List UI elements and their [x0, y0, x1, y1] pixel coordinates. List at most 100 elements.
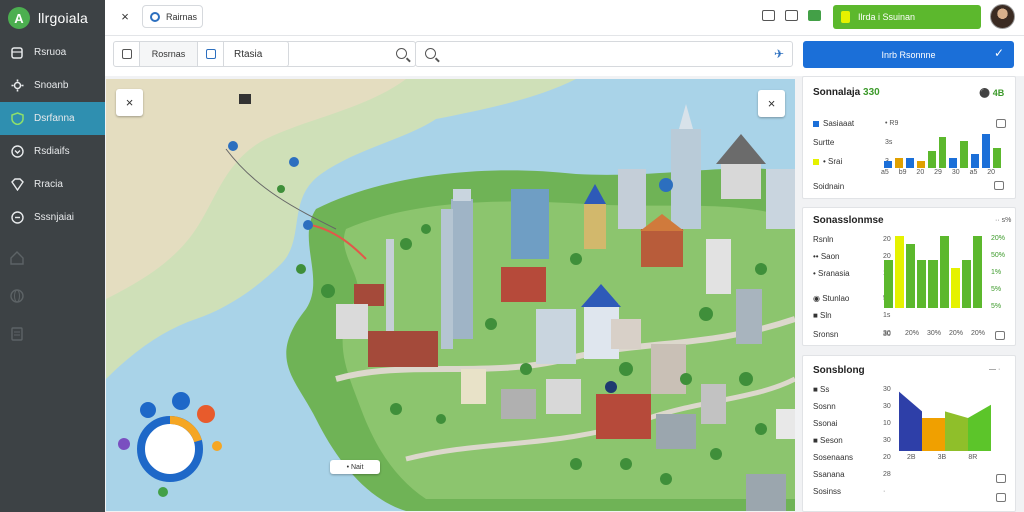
panel3-row-value: 20	[883, 454, 891, 461]
flag-icon	[841, 11, 850, 23]
chart-bar	[982, 134, 991, 168]
tick-label: 30	[951, 169, 960, 176]
brand[interactable]: A llrgoiala	[0, 0, 105, 36]
sidebar-item-label: Dsrfanna	[34, 113, 75, 124]
panel2-right-value: 20%	[991, 235, 1006, 242]
panel2-right-value: 5%	[991, 286, 1002, 293]
monitor-icon[interactable]	[762, 10, 775, 21]
tick-label: 20%	[949, 330, 964, 337]
sidebar-item-label: Rracia	[34, 179, 63, 190]
panel2-row-label: ◉ Stunlao	[813, 294, 850, 303]
legend-swatch	[813, 120, 819, 127]
top-chip-label: Rairnas	[166, 11, 198, 22]
panel3-right-label: — ·	[989, 366, 1001, 373]
tab-label-button[interactable]: Rosrnas	[140, 42, 198, 66]
panel2-row-label: •• Saon	[813, 252, 840, 261]
battery-icon[interactable]	[808, 10, 821, 21]
area-segment	[922, 418, 945, 451]
chart-bar	[927, 151, 936, 168]
panel1-title-num: 330	[863, 87, 880, 98]
panel3-row-value: ·	[883, 488, 886, 495]
cta-button[interactable]: Ilrda i Ssuinan	[833, 5, 981, 29]
check-icon: ✓	[993, 46, 1004, 60]
grid-icon	[10, 46, 24, 60]
panel2-right-label: ·· s%	[995, 217, 1012, 224]
search-row: Rosrnas Rtasia ✈ Inrb Rsonnne ✓	[105, 36, 1024, 76]
tick-label: 2B	[907, 454, 916, 461]
primary-action-label: Inrb Rsonnne	[881, 49, 936, 60]
primary-action-button[interactable]: Inrb Rsonnne ✓	[803, 41, 1014, 68]
panel1-row-1: Sasiaaat	[813, 119, 854, 128]
window-icon[interactable]	[785, 10, 798, 21]
panel1-row-2: Surtte	[813, 138, 834, 147]
location-field[interactable]	[206, 41, 416, 67]
sidebar-item-6[interactable]: Sssnjaiai	[0, 201, 105, 234]
panel3-row-label: Sosenaans	[813, 453, 854, 462]
chart-bar	[961, 260, 971, 308]
panel2-right-value: 5%	[991, 303, 1002, 310]
tab-label: Rosrnas	[151, 49, 186, 59]
panel1-checkbox-1[interactable]	[996, 119, 1006, 128]
cta-label: Ilrda i Ssuinan	[858, 12, 916, 22]
chart-bar	[884, 161, 892, 168]
map-close-right-button[interactable]: ×	[758, 90, 785, 117]
area-segment	[945, 411, 968, 451]
panel3-row-label: Sosinss	[813, 487, 842, 496]
search-icon-2	[425, 48, 436, 59]
chart-bar	[971, 154, 980, 168]
panel2-right-value: 1%	[991, 269, 1002, 276]
area-segment	[968, 404, 991, 451]
stats-panel-3: Sonsblong — · ■ Ss 30 Sosnn 30 Ssonai 10 ■ Ses…	[802, 355, 1016, 512]
tick-label: 30%	[927, 330, 942, 337]
legend-swatch	[813, 158, 819, 165]
globe-icon	[10, 288, 24, 306]
sidebar-item-1[interactable]: Rsruoa	[0, 36, 105, 69]
chart-bar	[895, 236, 905, 308]
top-chip[interactable]: Rairnas	[142, 5, 203, 28]
chevron-circle-icon	[10, 145, 24, 159]
panel2-row-label: • Sranasia	[813, 269, 850, 278]
row-label: Sasiaaat	[823, 119, 855, 128]
panel3-checkbox-1[interactable]	[996, 474, 1006, 483]
search-input[interactable]: ✈	[415, 41, 793, 67]
panel3-checkbox-2[interactable]	[996, 493, 1006, 502]
sidebar-item-label: Rsruoa	[34, 47, 67, 58]
panel3-row-value: 28	[883, 471, 891, 478]
panel2-checkbox[interactable]	[995, 331, 1005, 340]
tab-icon-button[interactable]	[114, 42, 140, 66]
avatar[interactable]	[990, 4, 1015, 29]
panel3-row-value: 30	[883, 437, 891, 444]
tick-label: 29	[934, 169, 942, 176]
sidebar-item-2[interactable]: Snoanb	[0, 69, 105, 102]
map-label-pill[interactable]: • Nait	[330, 460, 380, 474]
chart-bar	[938, 137, 947, 168]
panel2-row-value: 1s	[883, 312, 891, 319]
chart-bar	[905, 157, 914, 168]
map-close-left-button[interactable]: ×	[116, 89, 143, 116]
close-icon[interactable]: ×	[117, 9, 133, 25]
plane-icon[interactable]: ✈	[774, 47, 784, 61]
panel3-row-label: Sosnn	[813, 402, 836, 411]
sidebar-item-3[interactable]: Dsrfanna	[0, 102, 105, 135]
tick-label: 20%	[971, 330, 986, 337]
sidebar-faded-2[interactable]	[0, 278, 105, 316]
chart-bar	[972, 236, 982, 308]
sidebar-item-5[interactable]: Rracia	[0, 168, 105, 201]
sidebar-faded-3[interactable]	[0, 316, 105, 354]
city-map[interactable]: × × • Nait	[106, 79, 795, 511]
panel1-row-4: Soidnain	[813, 182, 844, 191]
panel1-checkbox-2[interactable]	[994, 181, 1004, 190]
row-label: Soidnain	[813, 182, 845, 191]
panel2-row-label: Sronsn	[813, 330, 839, 339]
sidebar-faded-1[interactable]	[0, 240, 105, 278]
panel1-bar-chart	[883, 132, 1003, 168]
donut-widget[interactable]	[118, 392, 222, 497]
sidebar-item-4[interactable]: Rsdiaifs	[0, 135, 105, 168]
stats-panel-2: Sonasslonmse ·· s% Rsnln 20 •• Saon 20 • Sra…	[802, 207, 1016, 346]
shield-outline-icon	[10, 211, 24, 225]
search-icon	[396, 48, 407, 59]
app-logo-icon: A	[8, 7, 30, 29]
chart-bar	[949, 157, 958, 168]
home-icon	[10, 250, 24, 268]
area-segment	[899, 391, 922, 451]
